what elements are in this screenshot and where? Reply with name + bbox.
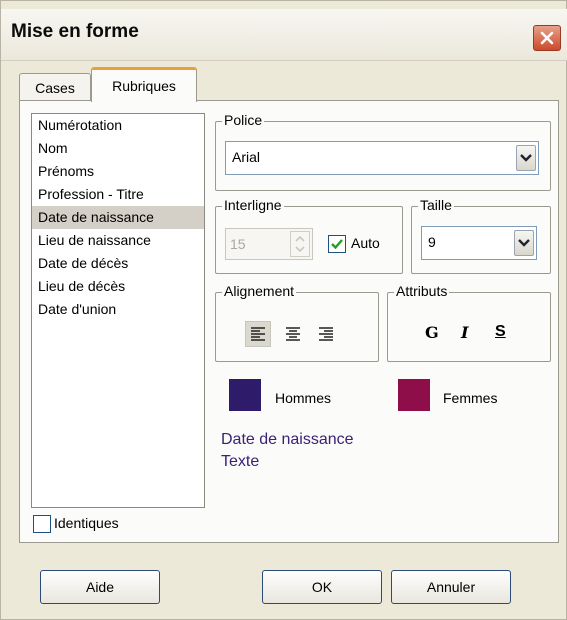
- auto-label: Auto: [351, 235, 380, 251]
- preview-field-name: Date de naissance: [221, 431, 354, 448]
- underline-button[interactable]: S: [495, 323, 506, 341]
- list-item[interactable]: Date de décès: [32, 252, 204, 275]
- femmes-color-swatch[interactable]: [398, 379, 430, 411]
- interligne-label: Interligne: [222, 197, 284, 213]
- interligne-spinner[interactable]: 15: [225, 228, 313, 260]
- spinner-buttons[interactable]: [290, 231, 310, 257]
- attributs-label: Attributs: [394, 283, 450, 299]
- list-item-selected[interactable]: Date de naissance: [32, 206, 204, 229]
- tab-rubriques[interactable]: Rubriques: [91, 67, 197, 102]
- attributs-group: Attributs: [387, 283, 551, 362]
- taille-value: 9: [428, 234, 436, 250]
- close-button[interactable]: [533, 25, 561, 51]
- align-left-button[interactable]: [245, 321, 271, 347]
- fields-listbox[interactable]: Numérotation Nom Prénoms Profession - Ti…: [31, 113, 205, 508]
- list-item[interactable]: Prénoms: [32, 160, 204, 183]
- ok-button[interactable]: OK: [262, 570, 382, 604]
- list-item[interactable]: Profession - Titre: [32, 183, 204, 206]
- cancel-button[interactable]: Annuler: [391, 570, 511, 604]
- close-icon: [540, 31, 554, 45]
- italic-button[interactable]: I: [461, 323, 468, 342]
- identiques-checkbox[interactable]: [33, 515, 51, 533]
- hommes-color-swatch[interactable]: [229, 379, 261, 411]
- checkmark-icon: [331, 239, 343, 250]
- identiques-label: Identiques: [54, 515, 119, 531]
- help-button[interactable]: Aide: [40, 570, 160, 604]
- taille-select[interactable]: 9: [421, 226, 537, 260]
- interligne-value: 15: [230, 236, 246, 252]
- align-center-button[interactable]: [280, 321, 306, 347]
- dialog-title: Mise en forme: [11, 21, 139, 42]
- title-bar: Mise en forme: [1, 9, 567, 61]
- taille-label: Taille: [418, 197, 454, 213]
- list-item[interactable]: Numérotation: [32, 114, 204, 137]
- femmes-label: Femmes: [443, 390, 498, 406]
- bold-button[interactable]: G: [425, 323, 439, 342]
- chevron-down-icon: [520, 154, 532, 162]
- align-center-icon: [286, 327, 300, 341]
- list-item[interactable]: Lieu de naissance: [32, 229, 204, 252]
- list-item[interactable]: Lieu de décès: [32, 275, 204, 298]
- align-right-button[interactable]: [313, 321, 339, 347]
- auto-checkbox[interactable]: [328, 235, 346, 253]
- tab-cases[interactable]: Cases: [19, 73, 91, 101]
- alignement-label: Alignement: [222, 283, 297, 299]
- police-value: Arial: [232, 149, 261, 165]
- align-left-icon: [251, 327, 265, 341]
- format-dialog: Mise en forme Cases Rubriques Numérotati…: [0, 0, 567, 620]
- police-select[interactable]: Arial: [225, 141, 539, 175]
- preview-text: Texte: [221, 453, 260, 470]
- chevron-down-icon: [518, 239, 530, 247]
- police-dropdown-button[interactable]: [516, 145, 536, 171]
- list-item[interactable]: Nom: [32, 137, 204, 160]
- police-label: Police: [222, 112, 265, 128]
- spinner-arrows-icon: [295, 235, 305, 253]
- hommes-label: Hommes: [275, 390, 332, 406]
- list-item[interactable]: Date d'union: [32, 298, 204, 321]
- align-right-icon: [319, 327, 333, 341]
- taille-dropdown-button[interactable]: [514, 230, 534, 256]
